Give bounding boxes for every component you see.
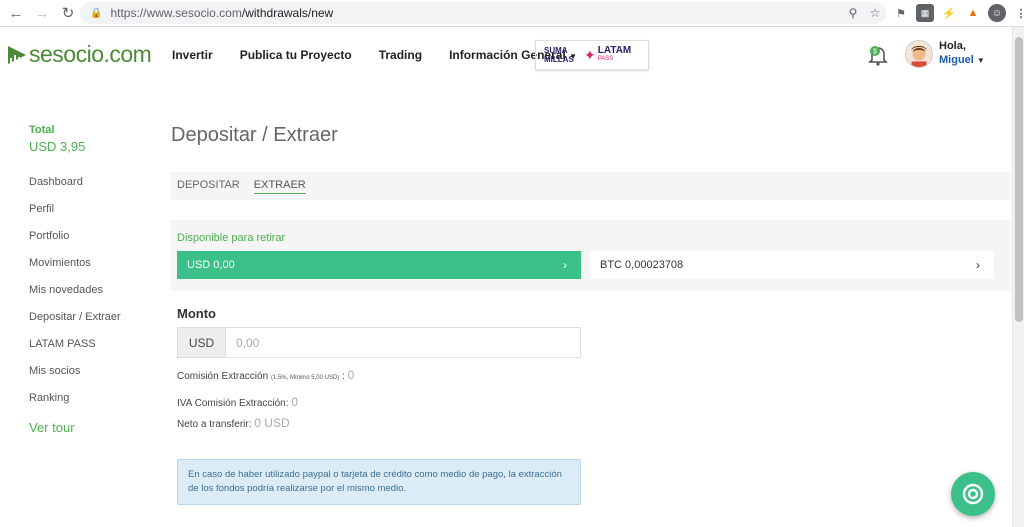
usd-balance-text: USD 0,00	[187, 259, 235, 271]
amount-currency-addon: USD	[178, 328, 226, 357]
net-line: Neto a transferir: 0 USD	[177, 416, 290, 430]
sidebar-item-latam-pass[interactable]: LATAM PASS	[29, 338, 96, 350]
user-avatar	[905, 39, 933, 68]
help-chat-button[interactable]	[951, 472, 995, 516]
usd-balance-button[interactable]: USD 0,00 ›	[177, 251, 581, 279]
amount-label: Monto	[177, 306, 216, 321]
net-value: 0 USD	[254, 416, 290, 430]
scrollbar-thumb[interactable]	[1015, 37, 1023, 322]
extension-bolt-icon[interactable]: ⚡	[940, 4, 958, 22]
available-balances-panel: Disponible para retirar USD 0,00 › BTC 0…	[171, 220, 1011, 291]
iva-line: IVA Comisión Extracción: 0	[177, 395, 298, 409]
menu-item-trading[interactable]: Trading	[379, 48, 422, 62]
page-scrollbar[interactable]	[1012, 27, 1024, 527]
sidebar-item-portfolio[interactable]: Portfolio	[29, 230, 69, 242]
fee-value: 0	[347, 368, 355, 382]
total-value: USD 3,95	[29, 139, 86, 154]
sidebar-item-novedades[interactable]: Mis novedades	[29, 284, 103, 296]
chevron-down-icon: ▼	[976, 56, 985, 65]
more-menu-icon[interactable]: ⋮	[1012, 4, 1024, 22]
fee-label: Comisión Extracción	[177, 371, 269, 382]
back-arrow-icon[interactable]: ←	[3, 0, 29, 26]
sidebar-item-movimientos[interactable]: Movimientos	[29, 257, 91, 269]
svg-text:$: $	[873, 49, 877, 56]
site-logo[interactable]: sesocio.com	[6, 41, 152, 68]
sidebar-item-perfil[interactable]: Perfil	[29, 203, 54, 215]
user-greeting: Hola, Miguel ▼	[939, 39, 985, 68]
menu-item-invertir[interactable]: Invertir	[172, 48, 213, 62]
latam-logo: ✦ LATAM PASS	[584, 46, 631, 64]
user-name-text: Miguel	[939, 54, 974, 66]
fee-detail: (1,5%, Mínimo 5,00 USD)	[270, 375, 340, 381]
greeting-text: Hola,	[939, 40, 966, 52]
menu-item-publica[interactable]: Publica tu Proyecto	[240, 48, 352, 62]
chevron-right-icon: ›	[976, 258, 980, 272]
site-header: sesocio.com Invertir Publica tu Proyecto…	[0, 27, 1012, 84]
info-notice: En caso de haber utilizado paypal o tarj…	[177, 459, 581, 505]
tab-depositar[interactable]: DEPOSITAR	[177, 179, 240, 193]
bookmark-star-icon[interactable]: ☆	[864, 6, 886, 20]
available-label: Disponible para retirar	[177, 232, 286, 244]
iva-label: IVA Comisión Extracción:	[177, 398, 289, 409]
lock-icon: 🔒	[90, 7, 103, 19]
amount-input-group: USD	[177, 327, 581, 358]
sidebar: Total USD 3,95 Dashboard Perfil Portfoli…	[29, 124, 149, 435]
iva-value: 0	[291, 395, 298, 409]
lifebuoy-icon	[962, 483, 984, 505]
amount-input[interactable]	[226, 328, 580, 357]
total-label: Total	[29, 124, 55, 136]
url-text[interactable]: https://www.sesocio.com/withdrawals/new	[110, 6, 842, 20]
extensions-area: ⚑ ▦ ⚡ ▲ ☺ ⋮	[892, 4, 1024, 22]
fee-line: Comisión Extracción (1,5%, Mínimo 5,00 U…	[177, 368, 354, 382]
profile-face-icon[interactable]: ☺	[988, 4, 1006, 22]
suma-millas-text: SUMA MILLAS	[544, 46, 582, 64]
address-bar[interactable]: 🔒 https://www.sesocio.com/withdrawals/ne…	[80, 2, 886, 24]
sidebar-item-ranking[interactable]: Ranking	[29, 392, 69, 404]
zoom-icon[interactable]: ⚲	[842, 6, 864, 20]
user-menu[interactable]: Hola, Miguel ▼	[905, 39, 985, 68]
suma-line: SUMA	[544, 46, 568, 55]
extension-fox-icon[interactable]: ▲	[964, 4, 982, 22]
logo-text: sesocio.com	[29, 41, 152, 67]
sidebar-item-mis-socios[interactable]: Mis socios	[29, 365, 80, 377]
btc-balance-button[interactable]: BTC 0,00023708 ›	[590, 251, 994, 279]
btc-balance-text: BTC 0,00023708	[600, 259, 684, 271]
latam-pass-banner[interactable]: SUMA MILLAS ✦ LATAM PASS	[535, 40, 649, 70]
logo-mark-icon	[8, 45, 26, 64]
sidebar-item-dashboard[interactable]: Dashboard	[29, 176, 83, 188]
location-pin-icon[interactable]: ⚑	[892, 4, 910, 22]
extension-grid-icon[interactable]: ▦	[916, 4, 934, 22]
forward-arrow-icon[interactable]: →	[29, 0, 55, 26]
net-label: Neto a transferir:	[177, 419, 252, 430]
fee-colon: :	[342, 371, 345, 382]
url-host: https://www.sesocio.com	[110, 6, 242, 20]
chevron-right-icon: ›	[563, 258, 567, 272]
browser-toolbar: ← → ↻ 🔒 https://www.sesocio.com/withdraw…	[0, 0, 1024, 27]
url-path: /withdrawals/new	[241, 6, 334, 20]
tabs-bar: DEPOSITAR EXTRAER	[171, 172, 1011, 200]
latam-pass: PASS	[597, 56, 614, 62]
user-name[interactable]: Miguel ▼	[939, 53, 985, 68]
ver-tour-link[interactable]: Ver tour	[29, 420, 75, 435]
sidebar-item-depositar-extraer[interactable]: Depositar / Extraer	[29, 311, 121, 323]
reload-icon[interactable]: ↻	[55, 0, 81, 26]
tab-extraer[interactable]: EXTRAER	[253, 179, 306, 194]
millas-line: MILLAS	[544, 55, 574, 64]
latam-text: LATAM PASS	[598, 46, 632, 64]
notification-bell-icon[interactable]: $	[866, 43, 890, 67]
page-title: Depositar / Extraer	[171, 124, 338, 146]
latam-wing-icon: ✦	[584, 46, 596, 63]
